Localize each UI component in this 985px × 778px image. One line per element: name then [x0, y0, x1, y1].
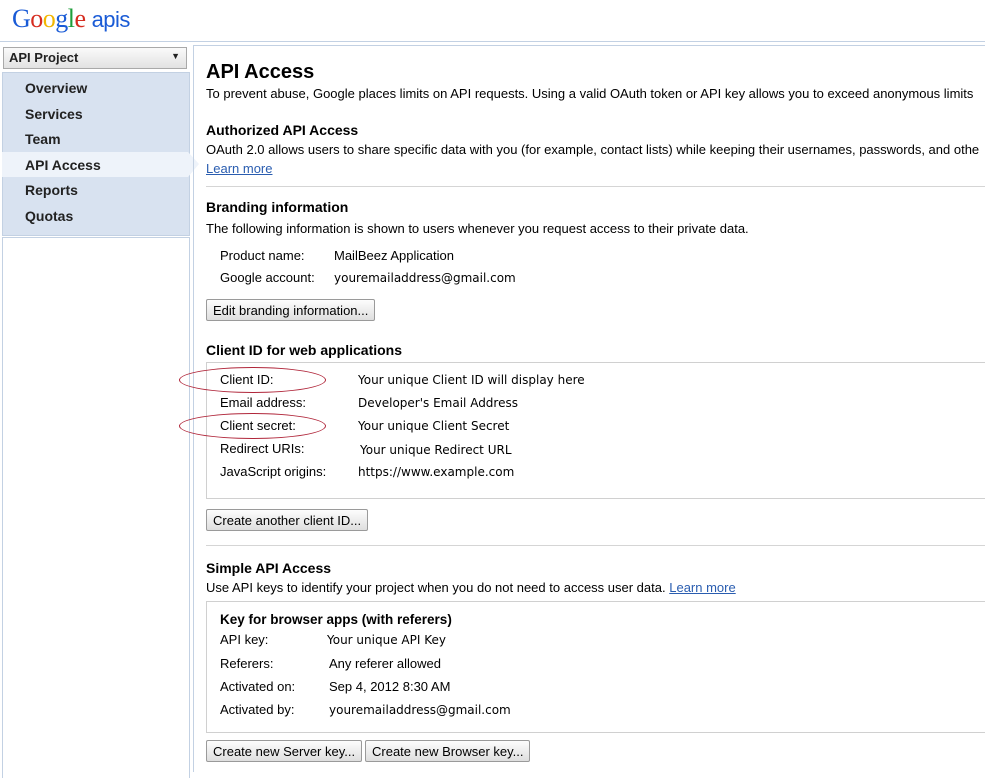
section-divider: [206, 545, 985, 546]
sidebar-item-quotas[interactable]: Quotas: [25, 208, 73, 224]
product-name-value: MailBeez Application: [334, 248, 454, 263]
redirect-uris-value: Your unique Redirect URL: [360, 443, 512, 457]
sidebar-item-reports[interactable]: Reports: [25, 182, 78, 198]
branding-heading: Branding information: [206, 199, 349, 215]
authorized-learn-more-link[interactable]: Learn more: [206, 161, 272, 176]
referers-value: Any referer allowed: [329, 656, 441, 671]
page-title: API Access: [206, 61, 315, 83]
content-top-border: [193, 45, 985, 46]
simple-api-heading: Simple API Access: [206, 560, 332, 576]
activated-on-label: Activated on:: [220, 679, 296, 694]
sidebar-divider: [193, 45, 194, 772]
product-name-label: Product name:: [220, 248, 305, 263]
google-account-label: Google account:: [220, 270, 315, 285]
api-key-label: API key:: [220, 632, 269, 647]
google-account-value: youremailaddress@gmail.com: [334, 271, 516, 285]
section-divider: [206, 186, 985, 187]
chevron-down-icon: ▼: [171, 51, 180, 61]
authorized-text: OAuth 2.0 allows users to share specific…: [206, 142, 980, 157]
sidebar-item-team[interactable]: Team: [25, 131, 61, 147]
email-address-label: Email address:: [220, 395, 306, 410]
activated-by-value: youremailaddress@gmail.com: [329, 703, 511, 717]
activated-on-value: Sep 4, 2012 8:30 AM: [329, 679, 451, 694]
email-address-value: Developer's Email Address: [358, 396, 518, 410]
sidebar-item-overview[interactable]: Overview: [25, 80, 87, 96]
activated-by-label: Activated by:: [220, 702, 295, 717]
client-id-heading: Client ID for web applications: [206, 342, 403, 358]
create-client-id-button[interactable]: Create another client ID...: [206, 509, 369, 531]
client-id-value: Your unique Client ID will display here: [358, 373, 585, 387]
simple-learn-more-link[interactable]: Learn more: [669, 580, 735, 595]
browser-key-heading: Key for browser apps (with referers): [220, 612, 452, 627]
create-server-key-button[interactable]: Create new Server key...: [206, 740, 363, 762]
client-secret-value: Your unique Client Secret: [358, 419, 510, 433]
header-divider: [0, 41, 985, 42]
edit-branding-button[interactable]: Edit branding information...: [206, 299, 376, 321]
create-browser-key-button[interactable]: Create new Browser key...: [365, 740, 531, 762]
authorized-heading: Authorized API Access: [206, 122, 359, 138]
api-key-value: Your unique API Key: [327, 633, 446, 647]
client-id-highlight-oval: [179, 367, 326, 393]
sidebar-panel: [2, 237, 190, 778]
project-select-label: API Project: [9, 50, 79, 65]
google-apis-logo: Google apis: [12, 4, 130, 33]
redirect-uris-label: Redirect URIs:: [220, 441, 305, 456]
project-select[interactable]: API Project ▼: [3, 47, 187, 69]
simple-api-text: Use API keys to identify your project wh…: [206, 580, 736, 595]
client-secret-highlight-oval: [179, 413, 326, 439]
javascript-origins-value: https://www.example.com: [358, 465, 515, 479]
intro-text: To prevent abuse, Google places limits o…: [206, 86, 974, 101]
sidebar-item-services[interactable]: Services: [25, 106, 83, 122]
branding-text: The following information is shown to us…: [206, 221, 749, 236]
referers-label: Referers:: [220, 656, 274, 671]
javascript-origins-label: JavaScript origins:: [220, 464, 327, 479]
sidebar-item-api-access[interactable]: API Access: [25, 157, 101, 173]
